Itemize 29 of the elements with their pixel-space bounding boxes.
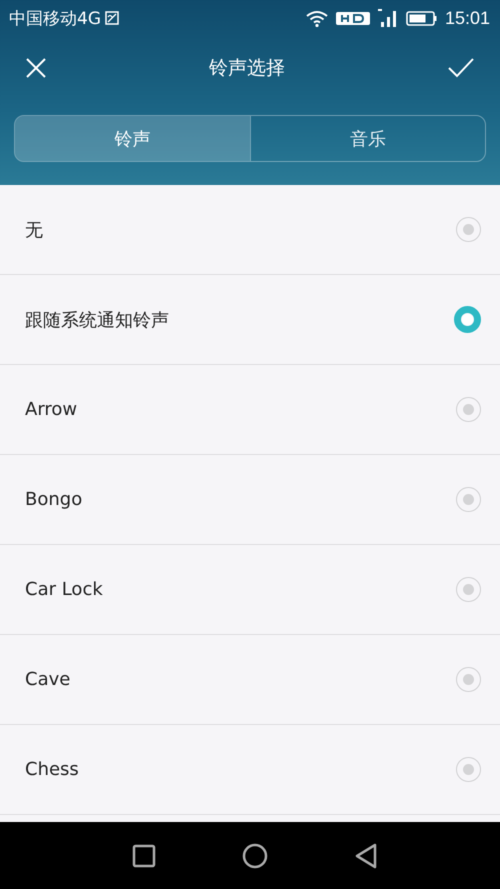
image-icon bbox=[105, 11, 119, 25]
confirm-button[interactable] bbox=[446, 56, 476, 80]
ringtone-name[interactable]: Bongo bbox=[25, 489, 82, 510]
screen-title: 铃声选择 bbox=[209, 56, 285, 81]
radio-button[interactable] bbox=[456, 397, 481, 422]
home-button[interactable] bbox=[242, 842, 268, 868]
radio-button[interactable] bbox=[454, 306, 481, 333]
carrier-name: 中国移动4G bbox=[9, 8, 101, 30]
radio-button[interactable] bbox=[456, 757, 481, 782]
tab[interactable]: 音乐 bbox=[250, 116, 485, 161]
ringtone-name[interactable]: 跟随系统通知铃声 bbox=[25, 308, 169, 332]
recent-apps-button[interactable] bbox=[132, 844, 156, 868]
signal-icon bbox=[378, 8, 398, 28]
hd-icon bbox=[336, 12, 370, 24]
clock-time: 15:01 bbox=[444, 8, 490, 28]
ringtone-name[interactable]: Arrow bbox=[25, 399, 78, 420]
radio-button[interactable] bbox=[456, 487, 481, 512]
radio-button[interactable] bbox=[456, 577, 481, 602]
ringtone-name[interactable]: Cave bbox=[25, 669, 70, 690]
ringtone-name[interactable]: 无 bbox=[25, 218, 43, 242]
wifi-icon bbox=[306, 10, 328, 26]
radio-button[interactable] bbox=[456, 217, 481, 242]
tab[interactable]: 铃声 bbox=[15, 116, 250, 161]
close-button[interactable] bbox=[24, 56, 48, 80]
back-button[interactable] bbox=[354, 842, 378, 868]
radio-button[interactable] bbox=[456, 667, 481, 692]
ringtone-name[interactable]: Car Lock bbox=[25, 579, 103, 600]
battery-icon bbox=[406, 10, 437, 26]
ringtone-name[interactable]: Chess bbox=[25, 759, 79, 780]
